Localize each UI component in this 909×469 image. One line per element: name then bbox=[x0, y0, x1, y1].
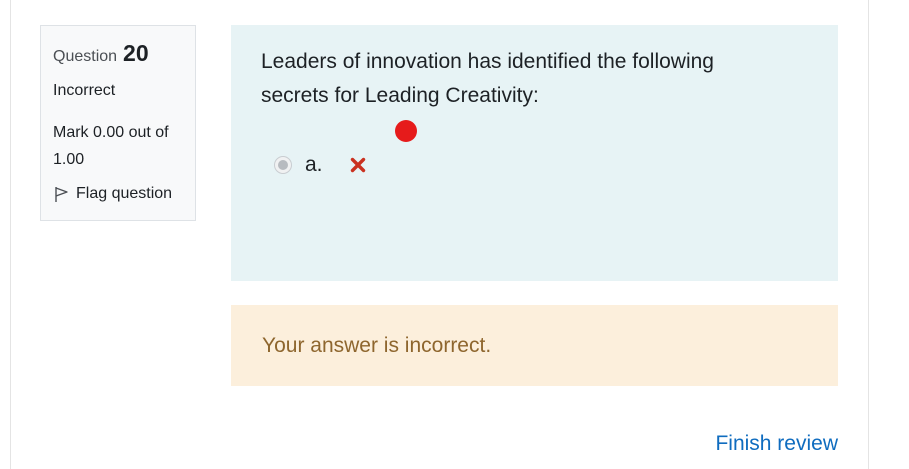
flag-outline-icon bbox=[53, 186, 70, 203]
flag-question-label: Flag question bbox=[76, 185, 173, 202]
content-border-right bbox=[868, 0, 869, 469]
finish-review-link[interactable]: Finish review bbox=[715, 430, 838, 458]
question-grade: Mark 0.00 out of 1.00 bbox=[53, 124, 169, 168]
feedback-text: Your answer is incorrect. bbox=[262, 333, 492, 357]
question-number-row: Question 20 bbox=[53, 39, 183, 71]
red-marker-dot bbox=[395, 120, 417, 142]
radio-selected-dot bbox=[278, 160, 288, 170]
answer-feedback: Your answer is incorrect. bbox=[231, 305, 838, 386]
flag-question-button[interactable]: Flag question bbox=[53, 183, 183, 205]
quiz-review-page: Question 20 Incorrect Mark 0.00 out of 1… bbox=[0, 0, 909, 469]
answer-label: a. bbox=[305, 153, 323, 176]
question-state: Incorrect bbox=[53, 82, 116, 99]
question-label: Question bbox=[53, 48, 118, 65]
incorrect-x-icon bbox=[350, 157, 366, 173]
question-number: 20 bbox=[123, 40, 149, 66]
question-info-panel: Question 20 Incorrect Mark 0.00 out of 1… bbox=[40, 25, 196, 221]
question-formulation: Leaders of innovation has identified the… bbox=[231, 25, 838, 281]
question-text: Leaders of innovation has identified the… bbox=[261, 50, 714, 107]
answer-radio[interactable] bbox=[274, 156, 292, 174]
content-border-left bbox=[10, 0, 11, 469]
answer-option-a[interactable]: a. bbox=[274, 153, 366, 177]
